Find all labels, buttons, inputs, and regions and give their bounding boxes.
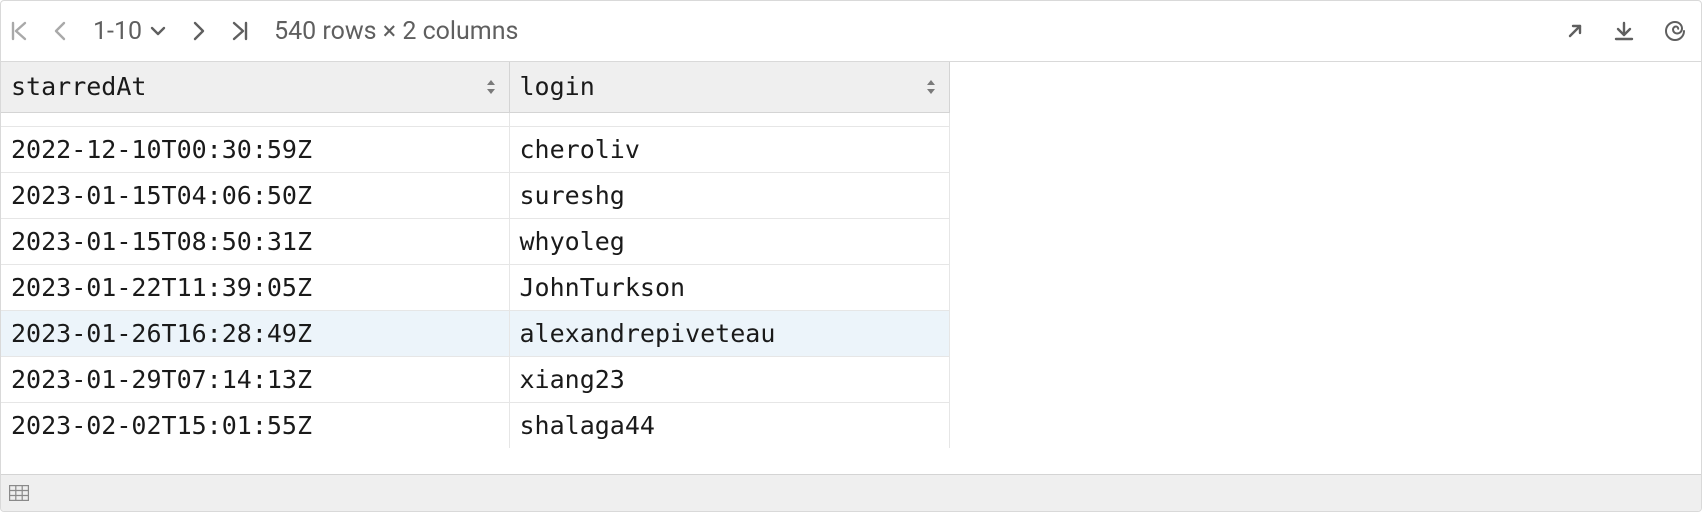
cell-login: cheroliv	[509, 126, 949, 172]
status-bar	[1, 474, 1701, 511]
cell-login	[509, 112, 949, 126]
table-row[interactable]: 2023-02-02T15:01:55Zshalaga44	[1, 402, 949, 448]
table-row[interactable]: 2023-01-26T16:28:49Zalexandrepiveteau	[1, 310, 949, 356]
table-row[interactable]: 2023-01-22T11:39:05ZJohnTurkson	[1, 264, 949, 310]
table-header-row: starredAt login	[1, 62, 949, 112]
page-next-button[interactable]	[192, 21, 206, 41]
table-scroll-area[interactable]: starredAt login 2022-12-10T00:30:59Zchero…	[1, 62, 1701, 474]
pagination-nav-group: 1-10	[11, 17, 248, 46]
sort-icon[interactable]	[925, 78, 937, 96]
download-icon[interactable]	[1613, 20, 1635, 42]
cell-login: JohnTurkson	[509, 264, 949, 310]
dimensions-label: 540 rows × 2 columns	[274, 17, 518, 46]
cell-starredAt: 2023-01-29T07:14:13Z	[1, 356, 509, 402]
cell-starredAt: 2022-12-10T00:30:59Z	[1, 126, 509, 172]
cell-login: alexandrepiveteau	[509, 310, 949, 356]
cell-login: sureshg	[509, 172, 949, 218]
spiral-icon[interactable]	[1663, 19, 1687, 43]
table-row	[1, 112, 949, 126]
cell-starredAt: 2023-01-26T16:28:49Z	[1, 310, 509, 356]
cell-login: xiang23	[509, 356, 949, 402]
chevron-down-icon	[150, 25, 166, 37]
table-row[interactable]: 2022-12-10T00:30:59Zcheroliv	[1, 126, 949, 172]
pagination-toolbar: 1-10 540 rows × 2 columns	[1, 1, 1701, 62]
cell-starredAt: 2023-01-22T11:39:05Z	[1, 264, 509, 310]
cell-login: whyoleg	[509, 218, 949, 264]
page-first-button[interactable]	[11, 21, 29, 41]
column-header-login[interactable]: login	[509, 62, 949, 112]
sort-icon[interactable]	[485, 78, 497, 96]
toolbar-right-actions	[1565, 19, 1687, 43]
table-row[interactable]: 2023-01-15T08:50:31Zwhyoleg	[1, 218, 949, 264]
column-header-starredAt[interactable]: starredAt	[1, 62, 509, 112]
data-table: starredAt login 2022-12-10T00:30:59Zchero…	[1, 62, 950, 448]
cell-starredAt: 2023-01-15T08:50:31Z	[1, 218, 509, 264]
column-header-label: starredAt	[11, 72, 146, 101]
table-icon[interactable]	[9, 485, 29, 501]
page-prev-button[interactable]	[53, 21, 67, 41]
page-last-button[interactable]	[230, 21, 248, 41]
table-row[interactable]: 2023-01-15T04:06:50Zsureshg	[1, 172, 949, 218]
cell-starredAt: 2023-02-02T15:01:55Z	[1, 402, 509, 448]
cell-login: shalaga44	[509, 402, 949, 448]
table-row[interactable]: 2023-01-29T07:14:13Zxiang23	[1, 356, 949, 402]
column-header-label: login	[520, 72, 595, 101]
page-range-dropdown[interactable]: 1-10	[91, 17, 168, 46]
cell-starredAt: 2023-01-15T04:06:50Z	[1, 172, 509, 218]
page-range-label: 1-10	[93, 17, 142, 46]
popout-icon[interactable]	[1565, 21, 1585, 41]
data-viewer-panel: 1-10 540 rows × 2 columns	[0, 0, 1702, 512]
cell-starredAt	[1, 112, 509, 126]
